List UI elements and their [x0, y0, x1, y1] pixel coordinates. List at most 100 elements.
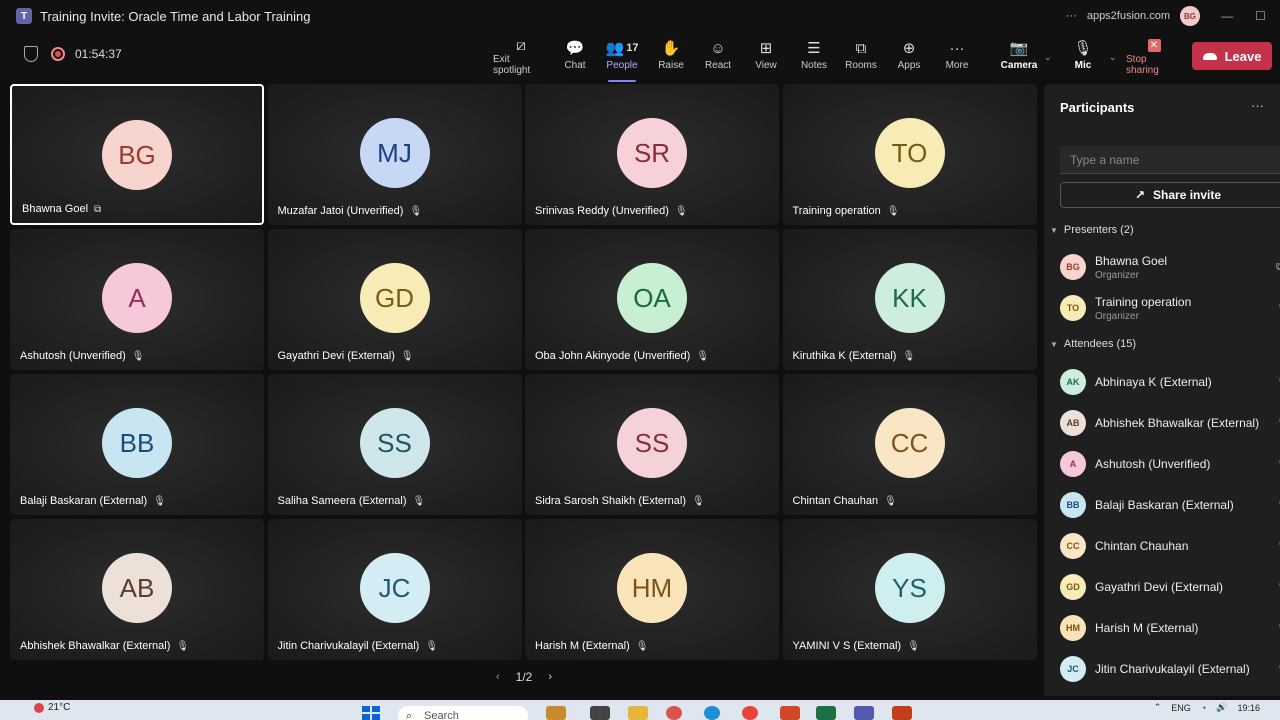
- participant-tile[interactable]: SR Srinivas Reddy (Unverified) 🎙: [525, 84, 779, 225]
- participant-row[interactable]: TO Training operationOrganizer 🎙: [1060, 290, 1280, 326]
- avatar: CC: [874, 408, 945, 478]
- participant-name: Jitin Charivukalayil (External): [277, 640, 420, 652]
- mic-button[interactable]: 🎙 Mic: [1070, 36, 1096, 76]
- camera-options-chevron-icon[interactable]: ⌄: [1044, 52, 1052, 63]
- participant-tile[interactable]: HM Harish M (External) 🎙: [525, 519, 779, 660]
- os-taskbar: 21°C ⌕ Search ⌃ ENG ◔ 🔊 19:16: [0, 700, 1280, 720]
- panel-more-icon[interactable]: ···: [1251, 98, 1264, 113]
- previous-page-icon[interactable]: ‹: [496, 671, 500, 683]
- search-icon: ⌕: [406, 710, 413, 720]
- mic-options-chevron-icon[interactable]: ⌄: [1109, 52, 1117, 63]
- participant-tile[interactable]: KK Kiruthika K (External) 🎙: [782, 229, 1037, 370]
- participant-tile[interactable]: OA Oba John Akinyode (Unverified) 🎙: [525, 229, 779, 370]
- wifi-icon[interactable]: ◔: [1201, 703, 1206, 713]
- mic-muted-icon: 🎙: [1276, 302, 1280, 315]
- people-button[interactable]: 👥 17 People: [604, 36, 640, 82]
- taskbar-search-label: Search: [424, 710, 459, 720]
- powerpoint-icon[interactable]: [892, 706, 912, 720]
- file-explorer-icon[interactable]: [628, 706, 648, 720]
- app-icon[interactable]: [780, 706, 800, 720]
- participant-tile[interactable]: BG Bhawna Goel ⧉: [10, 84, 264, 225]
- participant-row[interactable]: BB Balaji Baskaran (External) 🎙: [1060, 487, 1280, 523]
- participant-name: Gayathri Devi (External): [1095, 580, 1224, 594]
- windows-start-icon[interactable]: [362, 706, 380, 720]
- mic-muted-icon: 🎙: [696, 350, 710, 362]
- participant-row[interactable]: AB Abhishek Bhawalkar (External) 🎙: [1060, 405, 1280, 441]
- edge-browser-icon[interactable]: [704, 706, 720, 720]
- avatar: SS: [617, 408, 687, 478]
- account-avatar[interactable]: BG: [1180, 6, 1200, 26]
- mic-muted-icon: 🎙: [400, 350, 414, 362]
- maximize-icon[interactable]: ☐: [1255, 9, 1266, 23]
- weather-widget[interactable]: 21°C: [34, 702, 70, 713]
- chat-button[interactable]: 💬 Chat: [560, 36, 590, 76]
- next-page-icon[interactable]: ›: [548, 671, 552, 683]
- participant-row[interactable]: HM Harish M (External) 🎙: [1060, 610, 1280, 646]
- participant-tile[interactable]: CC Chintan Chauhan 🎙: [782, 374, 1037, 515]
- taskbar-search[interactable]: ⌕ Search: [398, 706, 528, 720]
- excel-icon[interactable]: [816, 706, 836, 720]
- participant-tile[interactable]: GD Gayathri Devi (External) 🎙: [267, 229, 522, 370]
- participant-tile[interactable]: A Ashutosh (Unverified) 🎙: [10, 229, 264, 370]
- avatar: OA: [617, 263, 687, 333]
- participant-row[interactable]: AK Abhinaya K (External) 🎙: [1060, 364, 1280, 400]
- participant-name: Gayathri Devi (External): [277, 350, 395, 362]
- chevron-up-icon[interactable]: ⌃: [1154, 702, 1162, 713]
- participant-tile[interactable]: SS Sidra Sarosh Shaikh (External) 🎙: [525, 374, 779, 515]
- raise-hand-button[interactable]: ✋ Raise: [656, 36, 686, 76]
- grid-view-icon: ⊞: [759, 40, 773, 57]
- react-button[interactable]: ☺ React: [703, 36, 733, 76]
- participant-row[interactable]: CC Chintan Chauhan 🎙: [1060, 528, 1280, 564]
- participant-tile[interactable]: SS Saliha Sameera (External) 🎙: [267, 374, 522, 515]
- nameplate: Muzafar Jatoi (Unverified) 🎙: [278, 205, 423, 217]
- participant-tile[interactable]: BB Balaji Baskaran (External) 🎙: [10, 374, 264, 515]
- notes-button[interactable]: ☰ Notes: [799, 36, 829, 76]
- people-icon: 👥 17: [605, 40, 639, 57]
- mic-muted-icon: 🎙: [1276, 663, 1280, 676]
- attendees-section-toggle[interactable]: ▼ Attendees (15): [1050, 338, 1136, 350]
- leave-button[interactable]: Leave: [1192, 42, 1272, 70]
- more-button[interactable]: ··· More: [942, 36, 972, 76]
- teams-taskbar-icon[interactable]: [854, 706, 874, 720]
- exit-spotlight-button[interactable]: ⧄ Exit spotlight: [493, 36, 549, 77]
- language-indicator[interactable]: ENG: [1171, 703, 1191, 713]
- chat-icon: 💬: [565, 40, 585, 57]
- stop-sharing-button[interactable]: ✕ Stop sharing: [1126, 36, 1182, 76]
- collapse-icon: ▼: [1050, 339, 1058, 349]
- chrome-browser-icon[interactable]: [742, 706, 758, 720]
- participant-row[interactable]: BG Bhawna Goel Organizer ⧉: [1060, 249, 1280, 285]
- presenters-section-toggle[interactable]: ▼ Presenters (2): [1050, 224, 1134, 236]
- recording-icon: [51, 47, 65, 61]
- temperature: 21°C: [48, 702, 71, 713]
- participant-name: Sidra Sarosh Shaikh (External): [535, 495, 687, 507]
- rooms-button[interactable]: ⧉ Rooms: [845, 36, 877, 76]
- camera-button[interactable]: 📷 Camera: [1001, 36, 1038, 76]
- participant-role: Organizer: [1095, 269, 1139, 281]
- view-button[interactable]: ⊞ View: [751, 36, 781, 76]
- briefcase-app-icon[interactable]: [546, 706, 566, 720]
- share-invite-button[interactable]: ↗ Share invite: [1060, 182, 1280, 208]
- volume-icon[interactable]: 🔊: [1216, 702, 1227, 713]
- more-options-icon[interactable]: ···: [1066, 10, 1077, 22]
- participant-tile[interactable]: AB Abhishek Bhawalkar (External) 🎙: [10, 519, 264, 660]
- participant-row[interactable]: A Ashutosh (Unverified) 🎙: [1060, 446, 1280, 482]
- participant-row[interactable]: JC Jitin Charivukalayil (External) 🎙: [1060, 651, 1280, 687]
- participant-search-input[interactable]: [1060, 146, 1280, 174]
- avatar: GD: [359, 263, 430, 333]
- minimize-icon[interactable]: —: [1221, 9, 1233, 23]
- participant-row[interactable]: GD Gayathri Devi (External) 🎙: [1060, 569, 1280, 605]
- avatar: A: [1060, 451, 1086, 477]
- participant-tile[interactable]: TO Training operation 🎙: [782, 84, 1037, 225]
- participant-tile[interactable]: JC Jitin Charivukalayil (External) 🎙: [267, 519, 522, 660]
- avatar: GD: [1060, 574, 1086, 600]
- participant-tile[interactable]: YS YAMINI V S (External) 🎙: [782, 519, 1037, 660]
- clock[interactable]: 19:16: [1237, 703, 1260, 713]
- participant-tile[interactable]: MJ Muzafar Jatoi (Unverified) 🎙: [267, 84, 522, 225]
- browser-app-icon[interactable]: [666, 706, 682, 720]
- apps-button[interactable]: ⊕ Apps: [894, 36, 924, 76]
- participant-name: YAMINI V S (External): [792, 640, 902, 652]
- avatar: BB: [1060, 492, 1086, 518]
- terminal-app-icon[interactable]: [590, 706, 610, 720]
- mic-muted-icon: 🎙: [692, 495, 705, 507]
- nameplate: YAMINI V S (External) 🎙: [793, 640, 920, 652]
